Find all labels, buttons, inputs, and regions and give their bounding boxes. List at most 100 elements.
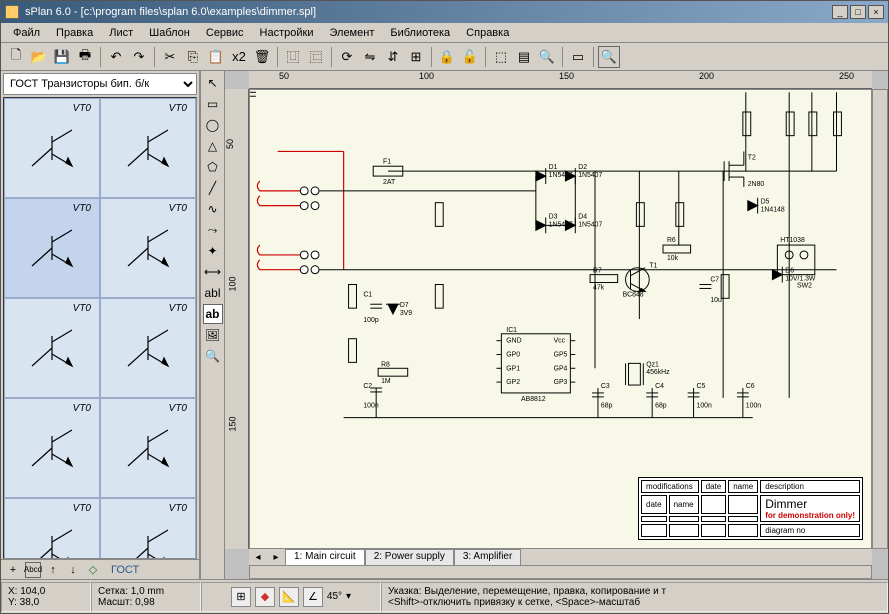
tab-main-circuit[interactable]: 1: Main circuit — [285, 549, 365, 565]
lock2-button[interactable]: 🔓 — [459, 46, 481, 68]
image-tool[interactable]: 🖼 — [203, 325, 223, 345]
tool-palette: ↖ ▭ ◯ △ ⬠ ╱ ∿ ⤳ ✦ ⟷ abl ab 🖼 🔍 — [201, 71, 225, 579]
lock-button[interactable]: 🔒 — [436, 46, 458, 68]
ungroup-button[interactable]: ⿷ — [305, 46, 327, 68]
align-button[interactable]: ⊞ — [405, 46, 427, 68]
minimize-button[interactable]: _ — [832, 5, 848, 19]
special-tool[interactable]: ⬠ — [203, 157, 223, 177]
close-button[interactable]: × — [868, 5, 884, 19]
menu-template[interactable]: Шаблон — [141, 25, 198, 41]
line-tool[interactable]: ╱ — [203, 178, 223, 198]
label-tool[interactable]: ab — [203, 304, 223, 324]
search-button[interactable]: 🔍 — [536, 46, 558, 68]
duplicate-button[interactable]: x2 — [228, 46, 250, 68]
rotate-button[interactable]: ⟳ — [336, 46, 358, 68]
symbol-cell[interactable]: VT0 — [100, 498, 196, 558]
print-button[interactable]: 🖶 — [74, 46, 96, 68]
svg-text:Vcc: Vcc — [554, 338, 566, 345]
open-button[interactable]: 📂 — [28, 46, 50, 68]
ruler-button[interactable]: 📐 — [279, 587, 299, 607]
schematic-canvas[interactable]: F1 2AT D11N5407 D21N5407 D31N5407 D41N54… — [249, 89, 872, 549]
symbol-cell[interactable]: VT0 — [4, 98, 100, 198]
lib-book-icon[interactable]: ◇ — [85, 562, 101, 578]
title-block: modificationsdatenamedescription datenam… — [638, 477, 863, 540]
menu-library[interactable]: Библиотека — [382, 25, 458, 41]
svg-text:R8: R8 — [381, 361, 390, 368]
menu-element[interactable]: Элемент — [321, 25, 382, 41]
svg-text:1N4148: 1N4148 — [761, 207, 785, 214]
symbol-cell[interactable]: VT0 — [4, 498, 100, 558]
symbol-cell[interactable]: VT0 — [100, 298, 196, 398]
svg-text:10u: 10u — [710, 297, 722, 304]
svg-text:IC1: IC1 — [506, 327, 517, 334]
lib-up-icon[interactable]: ↑ — [45, 562, 61, 578]
svg-text:1N5407: 1N5407 — [549, 172, 573, 179]
page-button[interactable]: ▭ — [567, 46, 589, 68]
select-button[interactable]: ⬚ — [490, 46, 512, 68]
menu-settings[interactable]: Настройки — [252, 25, 322, 41]
svg-text:C4: C4 — [655, 383, 664, 390]
redo-button[interactable]: ↷ — [128, 46, 150, 68]
menu-help[interactable]: Справка — [458, 25, 517, 41]
symbol-cell[interactable]: VT0 — [4, 398, 100, 498]
horizontal-ruler: 50 100 150 200 250 — [249, 71, 872, 89]
circle-tool[interactable]: ◯ — [203, 115, 223, 135]
cut-button[interactable]: ✂ — [159, 46, 181, 68]
tab-amplifier[interactable]: 3: Amplifier — [454, 549, 521, 565]
menu-service[interactable]: Сервис — [198, 25, 252, 41]
list-button[interactable]: ▤ — [513, 46, 535, 68]
svg-text:R7: R7 — [593, 268, 602, 275]
text-tool[interactable]: abl — [203, 283, 223, 303]
angle-button[interactable]: ∠ — [303, 587, 323, 607]
maximize-button[interactable]: □ — [850, 5, 866, 19]
node-tool[interactable]: ✦ — [203, 241, 223, 261]
symbol-grid: VT0 VT0 VT0 VT0 VT0 VT0 VT0 VT0 VT0 VT0 — [3, 97, 197, 559]
menu-file[interactable]: Файл — [5, 25, 48, 41]
menu-sheet[interactable]: Лист — [101, 25, 141, 41]
mirror-v-button[interactable]: ⇵ — [382, 46, 404, 68]
curve-tool[interactable]: ∿ — [203, 199, 223, 219]
horizontal-scrollbar[interactable] — [249, 565, 872, 579]
save-button[interactable]: 💾 — [51, 46, 73, 68]
lib-down-icon[interactable]: ↓ — [65, 562, 81, 578]
menu-edit[interactable]: Правка — [48, 25, 101, 41]
tab-nav-right[interactable]: ▸ — [267, 549, 285, 565]
rect-tool[interactable]: ▭ — [203, 94, 223, 114]
sheet-tabs: ◂ ▸ 1: Main circuit 2: Power supply 3: A… — [249, 549, 872, 565]
svg-text:GP2: GP2 — [506, 379, 520, 386]
lib-plus-icon[interactable]: + — [5, 562, 21, 578]
undo-button[interactable]: ↶ — [105, 46, 127, 68]
svg-text:GP3: GP3 — [554, 379, 568, 386]
group-button[interactable]: ⿶ — [282, 46, 304, 68]
status-hint: Указка: Выделение, перемещение, правка, … — [381, 582, 888, 612]
titlebar[interactable]: sPlan 6.0 - [c:\program files\splan 6.0\… — [1, 1, 888, 23]
copy-button[interactable]: ⎘ — [182, 46, 204, 68]
lib-abcd-icon[interactable]: Abcd — [25, 562, 41, 578]
pointer-tool[interactable]: ↖ — [203, 73, 223, 93]
app-icon — [5, 5, 19, 19]
delete-button[interactable]: 🗑 — [251, 46, 273, 68]
zoom-button[interactable]: 🔍 — [598, 46, 620, 68]
tab-power-supply[interactable]: 2: Power supply — [365, 549, 454, 565]
tab-nav-left[interactable]: ◂ — [249, 549, 267, 565]
symbol-cell[interactable]: VT0 — [100, 398, 196, 498]
vertical-scrollbar[interactable] — [872, 89, 888, 549]
symbol-cell[interactable]: VT0 — [100, 198, 196, 298]
symbol-cell[interactable]: VT0 — [4, 298, 100, 398]
bezier-tool[interactable]: ⤳ — [203, 220, 223, 240]
paste-button[interactable]: 📋 — [205, 46, 227, 68]
library-panel: ГОСТ Транзисторы бип. б/к VT0 VT0 VT0 VT… — [1, 71, 201, 579]
angle-dropdown-icon[interactable]: ▾ — [346, 591, 351, 602]
library-toolbar: + Abcd ↑ ↓ ◇ ГОСТ — [1, 559, 199, 579]
dimension-tool[interactable]: ⟷ — [203, 262, 223, 282]
rubber-button[interactable]: ◆ — [255, 587, 275, 607]
polygon-tool[interactable]: △ — [203, 136, 223, 156]
library-combo[interactable]: ГОСТ Транзисторы бип. б/к — [3, 73, 197, 95]
new-button[interactable]: 🗋 — [5, 46, 27, 68]
snap-button[interactable]: ⊞ — [231, 587, 251, 607]
symbol-cell[interactable]: VT0 — [4, 198, 100, 298]
symbol-cell[interactable]: VT0 — [100, 98, 196, 198]
zoom-tool[interactable]: 🔍 — [203, 346, 223, 366]
svg-text:47k: 47k — [593, 284, 605, 291]
mirror-h-button[interactable]: ⇋ — [359, 46, 381, 68]
